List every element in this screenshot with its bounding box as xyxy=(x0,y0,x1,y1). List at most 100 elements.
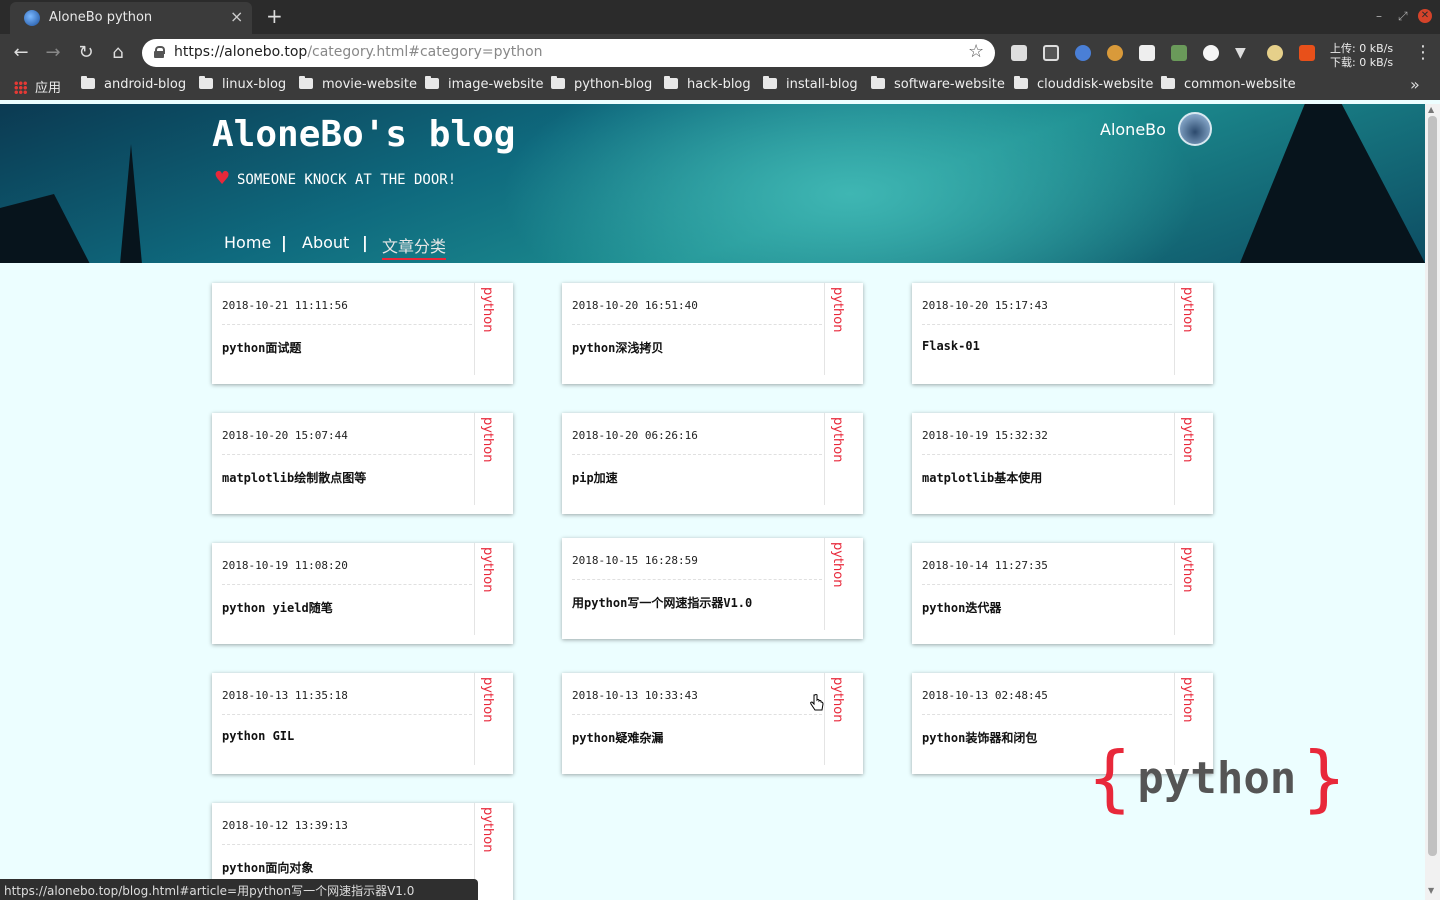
article-title[interactable]: python装饰器和闭包 xyxy=(922,729,1037,746)
nav-categories[interactable]: 文章分类 xyxy=(382,233,447,260)
vuejs-icon[interactable]: ▼ xyxy=(1235,45,1251,61)
maximize-icon[interactable]: ⤢ xyxy=(1398,9,1408,24)
bookmark-hack-blog[interactable]: hack-blog xyxy=(664,76,751,92)
home-icon[interactable]: ⌂ xyxy=(107,42,129,63)
article-title[interactable]: python疑难杂漏 xyxy=(572,729,663,746)
extension-icon[interactable] xyxy=(1171,45,1187,61)
bookmark-clouddisk-website[interactable]: clouddisk-website xyxy=(1014,76,1153,92)
bookmark-image-website[interactable]: image-website xyxy=(425,76,544,92)
brace-close: } xyxy=(1302,736,1346,820)
article-date: 2018-10-20 06:26:16 xyxy=(572,429,698,442)
browser-menu-icon[interactable]: ⋮ xyxy=(1414,42,1432,63)
article-title[interactable]: python迭代器 xyxy=(922,599,1001,616)
forward-icon[interactable]: → xyxy=(42,42,64,63)
article-title[interactable]: python yield随笔 xyxy=(222,599,333,616)
article-tag[interactable]: python xyxy=(830,542,845,587)
bookmark-install-blog[interactable]: install-blog xyxy=(763,76,858,92)
bookmark-python-blog[interactable]: python-blog xyxy=(551,76,652,92)
article-title[interactable]: 用python写一个网速指示器V1.0 xyxy=(572,594,752,611)
scroll-down-icon[interactable]: ▼ xyxy=(1428,886,1434,895)
article-card[interactable]: 2018-10-20 16:51:40 python深浅拷贝 python xyxy=(562,283,863,384)
article-date: 2018-10-15 16:28:59 xyxy=(572,554,698,567)
article-title[interactable]: Flask-01 xyxy=(922,339,980,353)
address-bar[interactable]: https://alonebo.top/category.html#catego… xyxy=(142,39,995,67)
qr-code-icon[interactable] xyxy=(1043,45,1059,61)
article-tag[interactable]: python xyxy=(830,417,845,462)
url-text[interactable]: https://alonebo.top/category.html#catego… xyxy=(174,44,543,60)
window-close-icon[interactable]: ✕ xyxy=(1418,9,1432,23)
tree-silhouette xyxy=(0,194,90,263)
card-divider xyxy=(572,324,822,325)
extension-icon[interactable] xyxy=(1267,45,1283,61)
apps-grid-icon xyxy=(14,81,27,94)
extension-icon[interactable] xyxy=(1075,45,1091,61)
article-title[interactable]: python面向对象 xyxy=(222,859,313,876)
article-title[interactable]: matplotlib绘制散点图等 xyxy=(222,469,366,486)
tab-close-icon[interactable]: × xyxy=(230,7,243,26)
category-brand: {python} xyxy=(1088,736,1346,820)
scroll-up-icon[interactable]: ▲ xyxy=(1428,105,1434,114)
favicon-icon xyxy=(24,10,40,26)
minimize-icon[interactable]: – xyxy=(1376,9,1382,23)
article-tag[interactable]: python xyxy=(480,677,495,722)
article-tag[interactable]: python xyxy=(830,677,845,722)
article-tag[interactable]: python xyxy=(480,417,495,462)
card-divider xyxy=(222,844,472,845)
article-card[interactable]: 2018-10-13 11:35:18 python GIL python xyxy=(212,673,513,774)
bookmark-common-website[interactable]: common-website xyxy=(1161,76,1296,92)
back-icon[interactable]: ← xyxy=(10,42,32,63)
nav-about[interactable]: About xyxy=(302,233,349,252)
net-speed-indicator[interactable]: 上传: 0 kB/s 下载: 0 kB/s xyxy=(1330,42,1393,70)
extension-icon[interactable] xyxy=(1011,45,1027,61)
article-title[interactable]: pip加速 xyxy=(572,469,618,486)
author-name[interactable]: AloneBo xyxy=(1100,120,1166,139)
avatar[interactable] xyxy=(1178,112,1212,146)
article-tag[interactable]: python xyxy=(1180,677,1195,722)
article-date: 2018-10-13 10:33:43 xyxy=(572,689,698,702)
article-tag[interactable]: python xyxy=(1180,287,1195,332)
article-title[interactable]: python面试题 xyxy=(222,339,301,356)
article-card[interactable]: 2018-10-20 15:17:43 Flask-01 python xyxy=(912,283,1213,384)
net-up: 上传: 0 kB/s xyxy=(1330,42,1394,55)
nav-home[interactable]: Home xyxy=(224,233,271,252)
article-tag[interactable]: python xyxy=(1180,417,1195,462)
bookmarks-overflow-icon[interactable]: » xyxy=(1410,75,1420,94)
blog-title[interactable]: AloneBo's blog xyxy=(212,114,515,155)
article-card[interactable]: 2018-10-15 16:28:59 用python写一个网速指示器V1.0 py… xyxy=(562,538,863,639)
article-card[interactable]: 2018-10-19 15:32:32 matplotlib基本使用 python xyxy=(912,413,1213,514)
article-tag[interactable]: python xyxy=(480,547,495,592)
article-tag[interactable]: python xyxy=(1180,547,1195,592)
bookmark-apps[interactable]: 应用 xyxy=(14,77,61,96)
article-tag[interactable]: python xyxy=(480,287,495,332)
new-tab-icon[interactable]: + xyxy=(266,4,283,28)
scrollbar-thumb[interactable] xyxy=(1428,116,1437,856)
bookmark-software-website[interactable]: software-website xyxy=(871,76,1005,92)
browser-tab[interactable]: AloneBo python × xyxy=(10,2,252,34)
bookmark-star-icon[interactable]: ☆ xyxy=(968,41,984,62)
bookmark-linux-blog[interactable]: linux-blog xyxy=(199,76,286,92)
brand-word: python xyxy=(1137,752,1297,804)
article-title[interactable]: python深浅拷贝 xyxy=(572,339,663,356)
cookie-icon[interactable] xyxy=(1107,45,1123,61)
article-card[interactable]: 2018-10-21 11:11:56 python面试题 python xyxy=(212,283,513,384)
extension-icon[interactable] xyxy=(1203,45,1219,61)
article-title[interactable]: matplotlib基本使用 xyxy=(922,469,1042,486)
article-card[interactable]: 2018-10-20 15:07:44 matplotlib绘制散点图等 pytho… xyxy=(212,413,513,514)
tree-silhouette xyxy=(120,144,142,263)
article-card[interactable]: 2018-10-19 11:08:20 python yield随笔 python xyxy=(212,543,513,644)
reload-icon[interactable]: ↻ xyxy=(75,42,97,63)
article-tag[interactable]: python xyxy=(830,287,845,332)
card-divider xyxy=(572,454,822,455)
article-date: 2018-10-19 11:08:20 xyxy=(222,559,348,572)
article-tag[interactable]: python xyxy=(480,807,495,852)
page-scrollbar[interactable]: ▲ ▼ xyxy=(1425,104,1440,900)
office-icon[interactable] xyxy=(1299,45,1315,61)
article-title[interactable]: python GIL xyxy=(222,729,294,743)
bookmark-android-blog[interactable]: android-blog xyxy=(81,76,186,92)
extension-icon[interactable] xyxy=(1139,45,1155,61)
article-card[interactable]: 2018-10-14 11:27:35 python迭代器 python xyxy=(912,543,1213,644)
article-card[interactable]: 2018-10-13 10:33:43 python疑难杂漏 python xyxy=(562,673,863,774)
bookmark-movie-website[interactable]: movie-website xyxy=(299,76,417,92)
article-date: 2018-10-20 15:07:44 xyxy=(222,429,348,442)
article-card[interactable]: 2018-10-20 06:26:16 pip加速 python xyxy=(562,413,863,514)
